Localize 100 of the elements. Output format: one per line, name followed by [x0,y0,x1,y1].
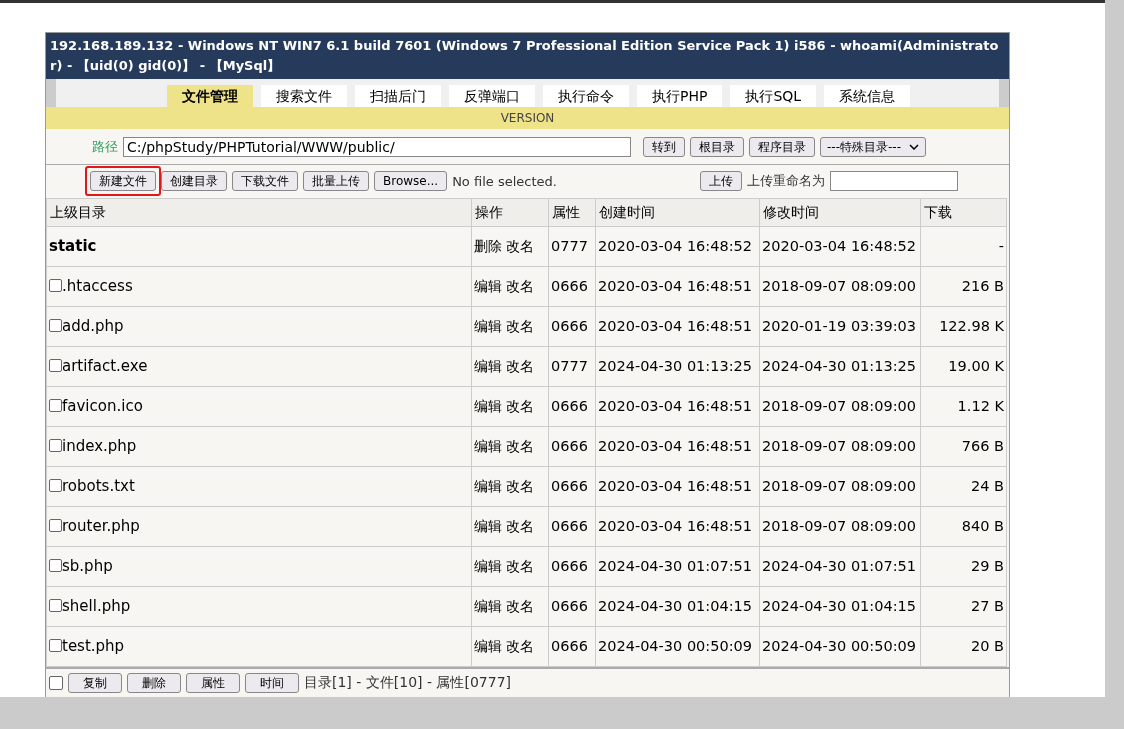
file-size: 24 B [971,478,1004,494]
version-banner: VERSION [46,107,1009,129]
action-link[interactable]: 改名 [506,478,534,494]
created-time: 2024-04-30 00:50:09 [598,638,752,654]
checkbox[interactable] [49,439,62,452]
action-link[interactable]: 编辑 [474,358,502,374]
file-size: 122.98 K [939,318,1004,334]
toolbar-button[interactable]: 下载文件 [232,171,298,191]
file-size: 27 B [971,598,1004,614]
select-all-checkbox[interactable] [49,676,63,690]
action-link[interactable]: 改名 [506,518,534,534]
checkbox[interactable] [49,359,62,372]
modified-time: 2018-09-07 08:09:00 [762,398,916,414]
permission-text: 0666 [551,638,588,654]
column-header: 上级目录 [47,199,471,226]
action-link[interactable]: 编辑 [474,478,502,494]
file-name[interactable]: index.php [62,437,137,455]
path-button[interactable]: 根目录 [690,137,744,157]
tab[interactable]: 文件管理 [167,85,253,107]
tab[interactable]: 系统信息 [824,85,911,107]
tab[interactable]: 执行命令 [543,85,629,107]
checkbox[interactable] [49,279,62,292]
action-link[interactable]: 改名 [506,238,534,254]
checkbox[interactable] [49,519,62,532]
permission-text: 0666 [551,518,588,534]
action-link[interactable]: 编辑 [474,558,502,574]
upload-button[interactable]: 上传 [700,171,742,191]
action-link[interactable]: 改名 [506,598,534,614]
modified-time: 2020-01-19 03:39:03 [762,318,916,334]
permission-text: 0666 [551,318,588,334]
path-button[interactable]: 转到 [643,137,685,157]
tab[interactable]: 执行SQL [730,85,817,107]
action-link[interactable]: 编辑 [474,398,502,414]
folder-name[interactable]: static [49,237,97,255]
column-header: 创建时间 [596,199,759,226]
file-name[interactable]: sb.php [62,557,113,575]
file-name[interactable]: test.php [62,637,125,655]
modified-time: 2018-09-07 08:09:00 [762,278,916,294]
checkbox[interactable] [49,479,62,492]
footer-button[interactable]: 删除 [127,673,181,693]
checkbox[interactable] [49,599,62,612]
file-name[interactable]: robots.txt [62,477,135,495]
modified-time: 2018-09-07 08:09:00 [762,438,916,454]
summary-text: 目录[1] - 文件[10] - 属性[0777] [304,674,512,692]
created-time: 2020-03-04 16:48:51 [598,438,752,454]
action-link[interactable]: 编辑 [474,278,502,294]
footer-button[interactable]: 复制 [68,673,122,693]
created-time: 2024-04-30 01:13:25 [598,358,752,374]
path-field[interactable]: C:/phpStudy/PHPTutorial/WWW/public/ [123,137,631,157]
action-link[interactable]: 改名 [506,278,534,294]
action-link[interactable]: 改名 [506,358,534,374]
column-header: 修改时间 [760,199,920,226]
file-name[interactable]: router.php [62,517,140,535]
file-name[interactable]: artifact.exe [62,357,148,375]
special-dir-select[interactable]: ---特殊目录--- [820,137,926,157]
column-header: 下载 [921,199,1006,226]
file-status: No file selected. [452,173,557,189]
created-time: 2020-03-04 16:48:51 [598,398,752,414]
rename-field[interactable] [830,171,958,191]
checkbox[interactable] [49,639,62,652]
created-time: 2020-03-04 16:48:51 [598,478,752,494]
toolbar-button[interactable]: 批量上传 [303,171,369,191]
tab[interactable]: 执行PHP [637,85,723,107]
file-name[interactable]: .htaccess [62,277,133,295]
action-link[interactable]: 编辑 [474,598,502,614]
checkbox[interactable] [49,559,62,572]
permission-text: 0666 [551,598,588,614]
action-link[interactable]: 改名 [506,318,534,334]
file-name[interactable]: shell.php [62,597,131,615]
modified-time: 2024-04-30 01:13:25 [762,358,916,374]
action-link[interactable]: 改名 [506,638,534,654]
created-time: 2020-03-04 16:48:51 [598,318,752,334]
checkbox[interactable] [49,319,62,332]
toolbar-button[interactable]: 新建文件 [90,171,156,191]
permission-text: 0666 [551,398,588,414]
action-link[interactable]: 编辑 [474,518,502,534]
toolbar-button[interactable]: 创建目录 [161,171,227,191]
created-time: 2024-04-30 01:04:15 [598,598,752,614]
tab[interactable]: 反弹端口 [449,85,535,107]
action-link[interactable]: 改名 [506,438,534,454]
action-link[interactable]: 改名 [506,398,534,414]
checkbox[interactable] [49,399,62,412]
tab[interactable]: 搜索文件 [261,85,347,107]
tab[interactable]: 扫描后门 [355,85,441,107]
path-button[interactable]: 程序目录 [749,137,815,157]
browse-button[interactable]: Browse... [374,171,448,191]
permission-text: 0777 [551,358,588,374]
modified-time: 2018-09-07 08:09:00 [762,478,916,494]
file-name[interactable]: add.php [62,317,124,335]
action-link[interactable]: 删除 [474,238,502,254]
action-link[interactable]: 编辑 [474,638,502,654]
action-link[interactable]: 编辑 [474,318,502,334]
column-header: 操作 [472,199,548,226]
footer-button[interactable]: 时间 [245,673,299,693]
rename-label: 上传重命名为 [747,172,825,190]
file-size: - [998,238,1004,254]
action-link[interactable]: 编辑 [474,438,502,454]
action-link[interactable]: 改名 [506,558,534,574]
footer-button[interactable]: 属性 [186,673,240,693]
file-name[interactable]: favicon.ico [62,397,143,415]
